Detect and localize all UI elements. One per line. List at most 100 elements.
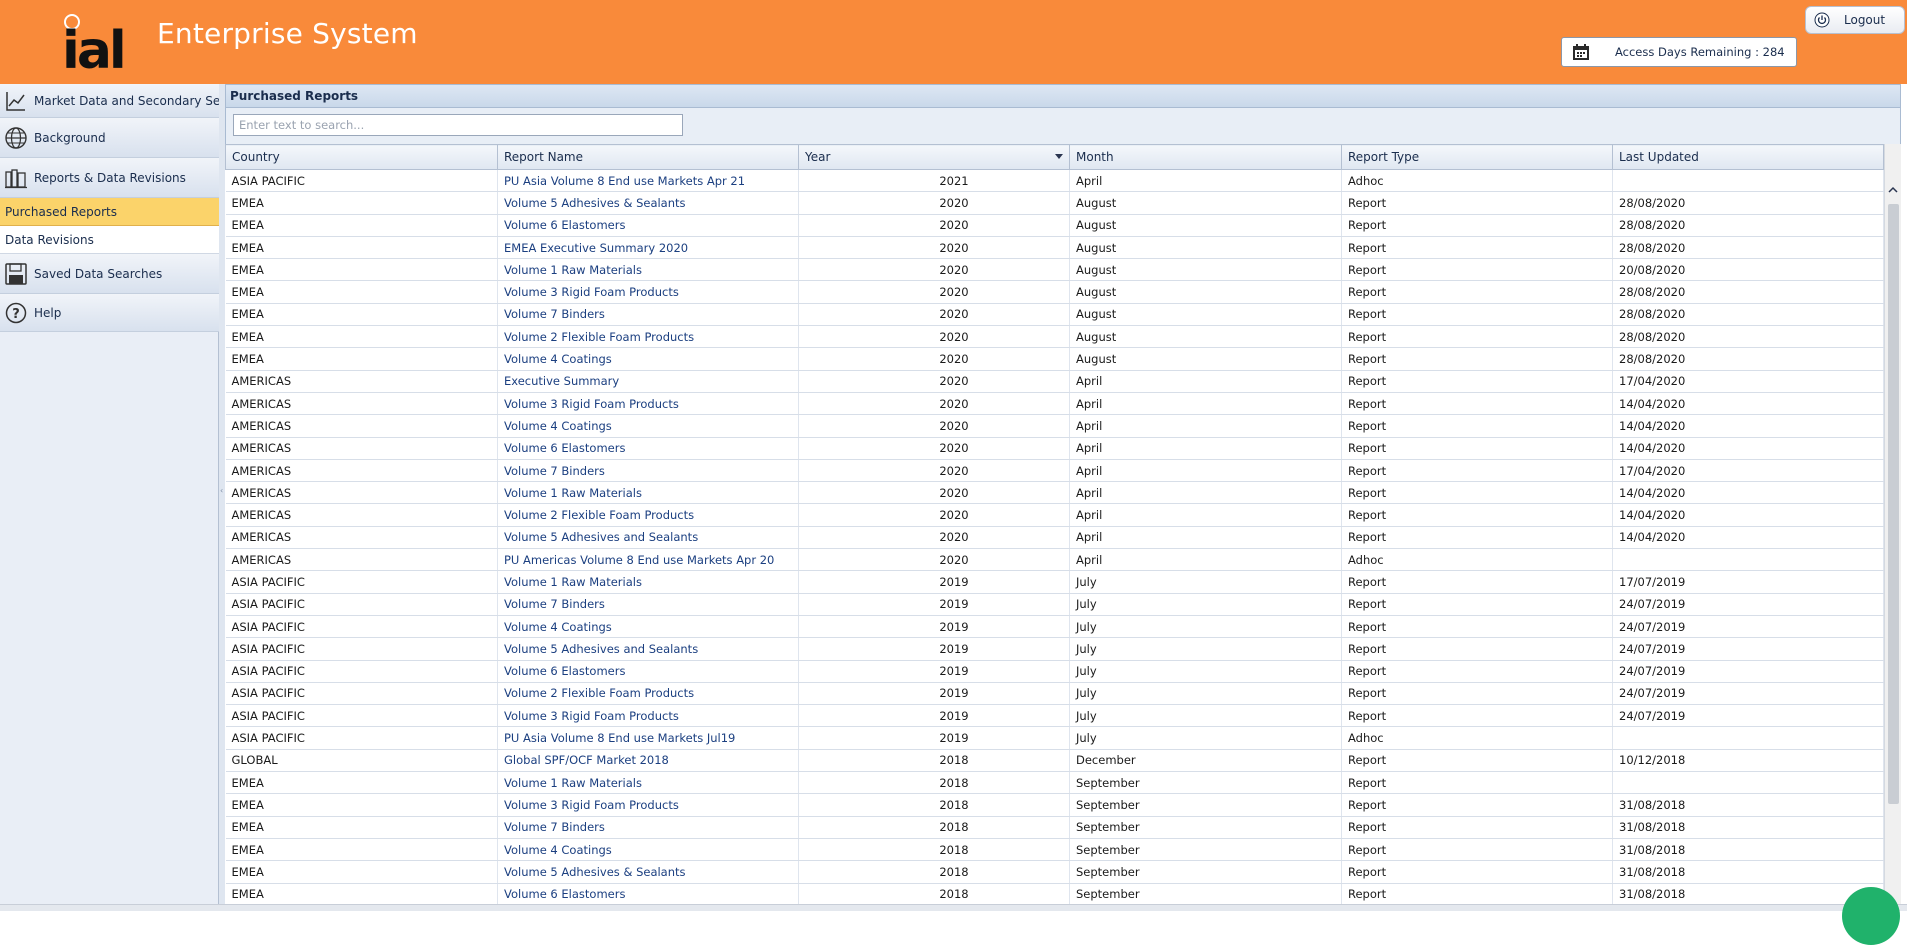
scrollbar-thumb[interactable]	[1888, 204, 1899, 804]
table-row[interactable]: EMEA Volume 3 Rigid Foam Products 2018 Sept…	[225, 793, 1884, 817]
cell-report-name[interactable]: Volume 1 Raw Materials	[497, 570, 799, 594]
cell-report-name[interactable]: Volume 3 Rigid Foam Products	[497, 704, 799, 728]
sidebar-item-reports[interactable]: Reports & Data Revisions	[0, 158, 219, 198]
column-header-country[interactable]: Country	[225, 144, 498, 170]
cell-report-name[interactable]: Volume 7 Binders	[497, 593, 799, 616]
cell-report-name[interactable]: Volume 1 Raw Materials	[497, 258, 799, 282]
cell-report-name[interactable]: Global SPF/OCF Market 2018	[497, 749, 799, 773]
cell-report-type: Report	[1341, 749, 1613, 773]
cell-report-type: Report	[1341, 191, 1613, 215]
cell-report-name[interactable]: Volume 5 Adhesives and Sealants	[497, 637, 799, 661]
calendar-icon	[1573, 44, 1589, 60]
table-row[interactable]: EMEA Volume 5 Adhesives & Sealants 2020 Aug…	[225, 191, 1884, 215]
table-row[interactable]: AMERICAS Volume 1 Raw Materials 2020 April R…	[225, 481, 1884, 505]
table-row[interactable]: GLOBAL Global SPF/OCF Market 2018 2018 Dece…	[225, 749, 1884, 773]
table-row[interactable]: AMERICAS Volume 7 Binders 2020 April Report 1…	[225, 459, 1884, 483]
table-row[interactable]: AMERICAS Volume 6 Elastomers 2020 April Repo…	[225, 437, 1884, 460]
column-header-month[interactable]: Month	[1069, 144, 1342, 170]
cell-report-name[interactable]: Volume 2 Flexible Foam Products	[497, 682, 799, 706]
table-row[interactable]: AMERICAS Volume 4 Coatings 2020 April Report…	[225, 414, 1884, 438]
table-row[interactable]: ASIA PACIFIC Volume 3 Rigid Foam Products…	[225, 704, 1884, 728]
table-row[interactable]: ASIA PACIFIC PU Asia Volume 8 End use Mar…	[225, 169, 1884, 193]
sort-descending-icon[interactable]	[1055, 154, 1063, 159]
cell-report-name[interactable]: Volume 1 Raw Materials	[497, 481, 799, 505]
cell-report-name[interactable]: Volume 7 Binders	[497, 459, 799, 483]
cell-report-type: Report	[1341, 682, 1613, 706]
logout-button[interactable]: Logout	[1805, 6, 1905, 34]
cell-report-name[interactable]: Volume 3 Rigid Foam Products	[497, 280, 799, 304]
table-row[interactable]: EMEA Volume 3 Rigid Foam Products 2020 Augu…	[225, 280, 1884, 304]
cell-report-name[interactable]: Volume 5 Adhesives & Sealants	[497, 191, 799, 215]
table-row[interactable]: AMERICAS Executive Summary 2020 April Report…	[225, 370, 1884, 393]
table-row[interactable]: AMERICAS Volume 5 Adhesives and Sealants 2…	[225, 526, 1884, 550]
table-row[interactable]: AMERICAS Volume 3 Rigid Foam Products 2020…	[225, 392, 1884, 416]
table-row[interactable]: EMEA Volume 7 Binders 2018 September Report 3…	[225, 816, 1884, 839]
cell-country: AMERICAS	[225, 459, 498, 483]
column-header-report-type[interactable]: Report Type	[1341, 144, 1613, 170]
cell-last-updated	[1612, 548, 1884, 572]
cell-report-name[interactable]: PU Asia Volume 8 End use Markets Jul19	[497, 726, 799, 750]
cell-report-name[interactable]: Volume 6 Elastomers	[497, 214, 799, 237]
cell-report-name[interactable]: Executive Summary	[497, 370, 799, 393]
cell-report-name[interactable]: Volume 6 Elastomers	[497, 437, 799, 460]
cell-month: September	[1069, 838, 1342, 862]
table-row[interactable]: EMEA Volume 1 Raw Materials 2020 August Repo…	[225, 258, 1884, 282]
table-row[interactable]: ASIA PACIFIC Volume 2 Flexible Foam Produ…	[225, 682, 1884, 706]
table-row[interactable]: EMEA EMEA Executive Summary 2020 2020 Augus…	[225, 236, 1884, 260]
sidebar-item-market-data[interactable]: Market Data and Secondary Segments	[0, 84, 219, 118]
search-input[interactable]	[233, 114, 683, 136]
cell-report-name[interactable]: Volume 4 Coatings	[497, 838, 799, 862]
cell-report-name[interactable]: Volume 1 Raw Materials	[497, 771, 799, 795]
cell-report-name[interactable]: PU Asia Volume 8 End use Markets Apr 21	[497, 169, 799, 193]
table-row[interactable]: ASIA PACIFIC Volume 7 Binders 2019 July Repo…	[225, 593, 1884, 616]
scroll-up-icon[interactable]	[1887, 184, 1899, 196]
sidebar-subitem-data-revisions[interactable]: Data Revisions	[0, 226, 219, 254]
cell-report-name[interactable]: Volume 6 Elastomers	[497, 660, 799, 683]
table-row[interactable]: EMEA Volume 7 Binders 2020 August Report 28/0…	[225, 303, 1884, 327]
cell-report-name[interactable]: Volume 6 Elastomers	[497, 883, 799, 906]
cell-report-name[interactable]: Volume 7 Binders	[497, 816, 799, 839]
cell-report-name[interactable]: Volume 2 Flexible Foam Products	[497, 325, 799, 349]
cell-report-name[interactable]: Volume 3 Rigid Foam Products	[497, 392, 799, 416]
table-row[interactable]: ASIA PACIFIC Volume 5 Adhesives and Seala…	[225, 637, 1884, 661]
column-header-last-updated[interactable]: Last Updated	[1612, 144, 1884, 170]
table-row[interactable]: EMEA Volume 6 Elastomers 2020 August Report 2…	[225, 214, 1884, 237]
cell-report-name[interactable]: Volume 5 Adhesives & Sealants	[497, 860, 799, 884]
vertical-scrollbar[interactable]	[1884, 144, 1901, 911]
cell-country: ASIA PACIFIC	[225, 660, 498, 683]
table-row[interactable]: ASIA PACIFIC Volume 4 Coatings 2019 July Rep…	[225, 615, 1884, 639]
sidebar-item-saved-searches[interactable]: Saved Data Searches	[0, 254, 219, 294]
svg-text:?: ?	[12, 307, 20, 322]
table-row[interactable]: ASIA PACIFIC PU Asia Volume 8 End use Mar…	[225, 726, 1884, 750]
column-header-report-name[interactable]: Report Name	[497, 144, 799, 170]
cell-report-name[interactable]: Volume 4 Coatings	[497, 414, 799, 438]
table-row[interactable]: EMEA Volume 4 Coatings 2018 September Report…	[225, 838, 1884, 862]
cell-year: 2018	[798, 771, 1070, 795]
table-row[interactable]: EMEA Volume 6 Elastomers 2018 September Repo…	[225, 883, 1884, 906]
cell-country: EMEA	[225, 883, 498, 906]
cell-year: 2019	[798, 637, 1070, 661]
cell-report-name[interactable]: Volume 4 Coatings	[497, 347, 799, 371]
cell-report-name[interactable]: Volume 2 Flexible Foam Products	[497, 503, 799, 527]
sidebar-item-label: Help	[34, 305, 62, 320]
cell-report-name[interactable]: EMEA Executive Summary 2020	[497, 236, 799, 260]
table-row[interactable]: ASIA PACIFIC Volume 6 Elastomers 2019 July R…	[225, 660, 1884, 683]
table-row[interactable]: EMEA Volume 1 Raw Materials 2018 September R…	[225, 771, 1884, 795]
cell-report-name[interactable]: Volume 5 Adhesives and Sealants	[497, 526, 799, 550]
table-row[interactable]: EMEA Volume 4 Coatings 2020 August Report 28/…	[225, 347, 1884, 371]
table-row[interactable]: AMERICAS PU Americas Volume 8 End use Mar…	[225, 548, 1884, 572]
table-row[interactable]: ASIA PACIFIC Volume 1 Raw Materials 2019 Ju…	[225, 570, 1884, 594]
cell-report-name[interactable]: PU Americas Volume 8 End use Markets Apr…	[497, 548, 799, 572]
sidebar-item-help[interactable]: ? Help	[0, 294, 219, 332]
column-header-year[interactable]: Year	[798, 144, 1070, 170]
cell-report-name[interactable]: Volume 3 Rigid Foam Products	[497, 793, 799, 817]
cell-report-name[interactable]: Volume 7 Binders	[497, 303, 799, 327]
sidebar-subitem-purchased-reports[interactable]: Purchased Reports	[0, 198, 219, 226]
cell-report-name[interactable]: Volume 4 Coatings	[497, 615, 799, 639]
table-row[interactable]: AMERICAS Volume 2 Flexible Foam Products 2…	[225, 503, 1884, 527]
chat-widget-button[interactable]	[1842, 887, 1900, 945]
collapse-arrow-icon[interactable]: ‹	[220, 486, 223, 495]
table-row[interactable]: EMEA Volume 5 Adhesives & Sealants 2018 Sep…	[225, 860, 1884, 884]
sidebar-item-background[interactable]: Background	[0, 118, 219, 158]
table-row[interactable]: EMEA Volume 2 Flexible Foam Products 2020 A…	[225, 325, 1884, 349]
